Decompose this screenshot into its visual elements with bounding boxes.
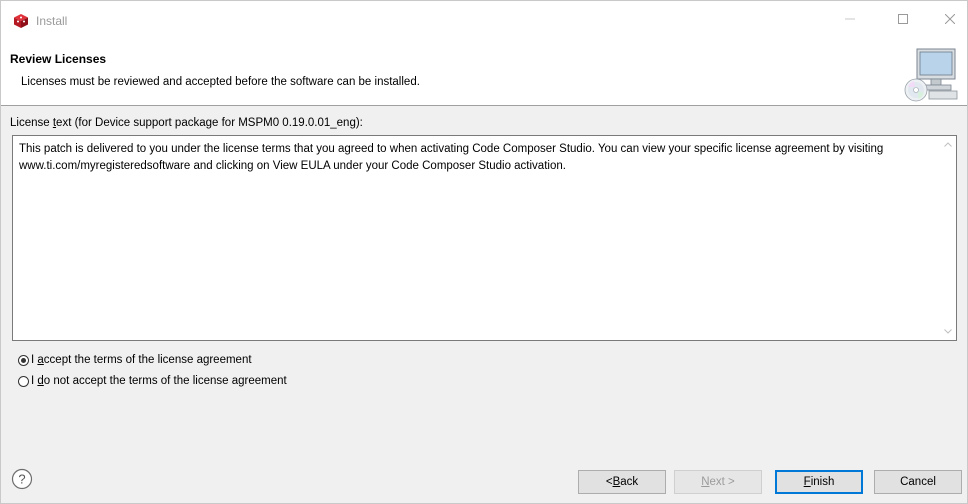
accept-license-label: I accept the terms of the license agreem… — [31, 354, 252, 366]
scroll-up-button[interactable] — [939, 136, 956, 153]
minimize-icon — [845, 18, 855, 20]
maximize-button[interactable] — [880, 1, 926, 37]
help-icon[interactable]: ? — [11, 468, 33, 490]
install-computer-cd-icon — [904, 48, 958, 102]
radio-checked-icon — [18, 354, 29, 366]
next-button[interactable]: Next > — [674, 470, 762, 494]
accept-license-radio[interactable]: I accept the terms of the license agreem… — [18, 354, 252, 366]
close-button[interactable] — [927, 1, 968, 37]
cancel-button[interactable]: Cancel — [874, 470, 962, 494]
page-description: Licenses must be reviewed and accepted b… — [21, 76, 420, 88]
chevron-down-icon — [943, 329, 952, 334]
finish-button[interactable]: Finish — [775, 470, 863, 494]
license-text-label: License text (for Device support package… — [10, 117, 363, 129]
title-bar[interactable]: Install — [1, 1, 967, 41]
scroll-down-button[interactable] — [939, 323, 956, 340]
app-cube-icon — [14, 14, 28, 28]
license-text-area[interactable]: This patch is delivered to you under the… — [12, 135, 957, 341]
license-scrollbar[interactable] — [939, 136, 956, 340]
decline-license-label: I do not accept the terms of the license… — [31, 375, 287, 387]
license-text: This patch is delivered to you under the… — [19, 143, 884, 172]
window-title: Install — [36, 14, 68, 28]
wizard-header: Review Licenses Licenses must be reviewe… — [1, 41, 967, 106]
chevron-up-icon — [943, 142, 952, 147]
minimize-button[interactable] — [827, 1, 873, 37]
svg-text:?: ? — [18, 472, 25, 487]
back-button[interactable]: < Back — [578, 470, 666, 494]
button-bar: ? < Back Next > Finish Cancel — [1, 459, 967, 503]
radio-unchecked-icon — [18, 375, 29, 387]
close-icon — [945, 14, 955, 24]
maximize-icon — [898, 14, 908, 24]
decline-license-radio[interactable]: I do not accept the terms of the license… — [18, 375, 287, 387]
page-title: Review Licenses — [10, 52, 107, 66]
install-dialog: Install Review Licenses Licenses must be… — [0, 0, 968, 504]
